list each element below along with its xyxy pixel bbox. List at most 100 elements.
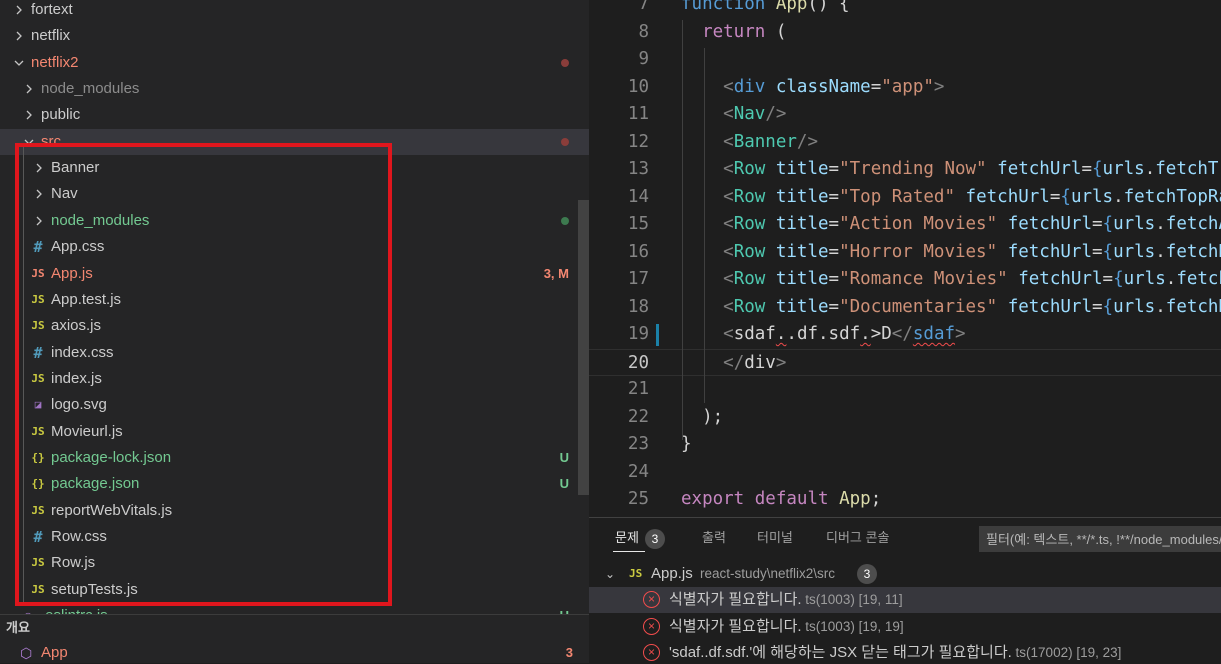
line-number: 14 bbox=[627, 186, 649, 207]
chevron-down-icon bbox=[22, 129, 36, 155]
tree-item-label: index.css bbox=[51, 343, 114, 361]
indent-guide bbox=[704, 48, 705, 403]
tab-problems[interactable]: 문제 3 bbox=[615, 527, 665, 549]
outline-title: 개요 bbox=[6, 620, 30, 635]
code-line[interactable]: 15 <Row title="Action Movies" fetchUrl={… bbox=[589, 211, 1221, 238]
tree-item-label: App.css bbox=[51, 238, 105, 256]
folder-banner[interactable]: Banner bbox=[0, 155, 589, 181]
outline-item-app[interactable]: ⬡ App 3 bbox=[0, 641, 589, 663]
tab-label: 출력 bbox=[702, 530, 726, 545]
tab-output[interactable]: 출력 bbox=[702, 527, 726, 549]
problem-row[interactable]: × 'sdaf..df.sdf.'에 해당하는 JSX 닫는 태그가 필요합니다.… bbox=[589, 640, 1221, 664]
chevron-right-icon bbox=[12, 0, 26, 23]
explorer-scrollbar[interactable] bbox=[578, 200, 589, 495]
error-icon: × bbox=[643, 617, 660, 635]
code-line[interactable]: 23} bbox=[589, 431, 1221, 458]
line-number: 12 bbox=[627, 131, 649, 152]
code-editor[interactable]: 7 function App() {8 return (9 10 <div clas… bbox=[589, 0, 1221, 517]
code-line[interactable]: 18 <Row title="Documentaries" fetchUrl={… bbox=[589, 294, 1221, 321]
file-index-css[interactable]: # index.css bbox=[0, 340, 589, 366]
code-line[interactable]: 17 <Row title="Romance Movies" fetchUrl=… bbox=[589, 266, 1221, 293]
line-code: <Row title="Romance Movies" fetchUrl={ur… bbox=[723, 269, 1221, 289]
line-number: 7 bbox=[638, 0, 649, 14]
line-code: <div className="app"> bbox=[723, 76, 945, 97]
file-index-js[interactable]: JS index.js bbox=[0, 366, 589, 392]
code-line[interactable]: 22 ); bbox=[589, 404, 1221, 431]
code-line[interactable]: 25 export default App; bbox=[589, 486, 1221, 513]
problem-group-count: 3 bbox=[851, 561, 877, 587]
file-setuptests-js[interactable]: JS setupTests.js bbox=[0, 577, 589, 603]
problem-message: 'sdaf..df.sdf.'에 해당하는 JSX 닫는 태그가 필요합니다. … bbox=[669, 644, 1122, 661]
file-logo-svg[interactable]: ◪ logo.svg bbox=[0, 392, 589, 418]
tree-item-label: package-lock.json bbox=[51, 448, 172, 466]
file-app-js[interactable]: JS App.js 3, M bbox=[0, 261, 589, 287]
file-axios-js[interactable]: JS axios.js bbox=[0, 313, 589, 339]
code-line[interactable]: 19 <sdaf..df.sdf.>D</sdaf> bbox=[589, 321, 1221, 348]
folder-netflix[interactable]: netflix bbox=[0, 23, 589, 49]
indent-guide bbox=[23, 143, 24, 604]
file-reportwebvitals-js[interactable]: JS reportWebVitals.js bbox=[0, 498, 589, 524]
code-line[interactable]: 12 <Banner/> bbox=[589, 129, 1221, 156]
css-file-icon: # bbox=[33, 528, 43, 546]
problem-row[interactable]: × 식별자가 필요합니다. ts(1003) [19, 19] bbox=[589, 614, 1221, 640]
folder-node-modules[interactable]: node_modules bbox=[0, 208, 589, 234]
file-app-test-js[interactable]: JS App.test.js bbox=[0, 287, 589, 313]
line-code: export default App; bbox=[681, 489, 882, 509]
code-line[interactable]: 24 bbox=[589, 459, 1221, 486]
code-line[interactable]: 14 <Row title="Top Rated" fetchUrl={urls… bbox=[589, 184, 1221, 211]
file-package-json[interactable]: {} package.json U bbox=[0, 471, 589, 497]
problem-message: 식별자가 필요합니다. ts(1003) [19, 11] bbox=[669, 591, 903, 608]
line-number: 8 bbox=[638, 21, 649, 42]
line-code: function App() { bbox=[681, 0, 850, 14]
code-line[interactable]: 16 <Row title="Horror Movies" fetchUrl={… bbox=[589, 239, 1221, 266]
js-file-icon: JS bbox=[629, 567, 643, 580]
tree-item-label: Row.js bbox=[51, 554, 96, 572]
folder-node-modules[interactable]: node_modules bbox=[0, 76, 589, 102]
js-file-icon: JS bbox=[31, 371, 45, 385]
chevron-down-icon bbox=[12, 50, 26, 76]
line-number: 10 bbox=[627, 76, 649, 97]
problem-group-file: App.js bbox=[651, 565, 693, 582]
code-line[interactable]: 7 function App() { bbox=[589, 0, 1221, 18]
outline-header[interactable]: 개요 bbox=[0, 614, 589, 640]
code-line[interactable]: 9 bbox=[589, 46, 1221, 73]
folder-fortext[interactable]: fortext bbox=[0, 0, 589, 23]
js-file-icon: JS bbox=[31, 292, 45, 306]
chevron-down-icon: ⌄ bbox=[605, 567, 616, 581]
code-line[interactable]: 10 <div className="app"> bbox=[589, 74, 1221, 101]
tab-terminal[interactable]: 터미널 bbox=[757, 527, 793, 549]
problem-row[interactable]: × 식별자가 필요합니다. ts(1003) [19, 11] bbox=[589, 587, 1221, 613]
line-number: 21 bbox=[627, 379, 649, 399]
file-movieurl-js[interactable]: JS Movieurl.js bbox=[0, 419, 589, 445]
git-status-badge: U bbox=[559, 476, 569, 492]
line-number: 20 bbox=[627, 352, 649, 373]
code-line[interactable]: 20 </div> bbox=[589, 348, 1221, 376]
line-code: return ( bbox=[702, 21, 787, 42]
tab-debug-console[interactable]: 디버그 콘솔 bbox=[826, 527, 889, 549]
problem-group-app-js[interactable]: ⌄ JS App.js react-study\netflix2\src 3 bbox=[589, 561, 1221, 587]
js-file-icon: JS bbox=[31, 582, 45, 596]
code-line[interactable]: 8 return ( bbox=[589, 19, 1221, 46]
chevron-right-icon bbox=[22, 102, 36, 128]
line-number: 15 bbox=[627, 214, 649, 234]
tree-item-label: node_modules bbox=[51, 211, 150, 229]
tree-item-label: src bbox=[41, 132, 61, 150]
file-app-css[interactable]: # App.css bbox=[0, 234, 589, 260]
tree-item-label: public bbox=[41, 106, 81, 124]
tree-item-label: reportWebVitals.js bbox=[51, 501, 173, 519]
folder-nav[interactable]: Nav bbox=[0, 181, 589, 207]
folder-src[interactable]: src bbox=[0, 128, 589, 155]
css-file-icon: # bbox=[33, 343, 43, 362]
code-line[interactable]: 11 <Nav/> bbox=[589, 101, 1221, 128]
code-line[interactable]: 13 <Row title="Trending Now" fetchUrl={u… bbox=[589, 156, 1221, 183]
tree-item-label: fortext bbox=[31, 1, 73, 18]
folder-public[interactable]: public bbox=[0, 102, 589, 128]
code-line[interactable]: 21 bbox=[589, 376, 1221, 403]
folder-netflix2[interactable]: netflix2 bbox=[0, 50, 589, 76]
outline-item-label: App bbox=[41, 644, 68, 661]
git-status-badge: U bbox=[559, 449, 569, 465]
file-row-css[interactable]: # Row.css bbox=[0, 524, 589, 550]
file-package-lock-json[interactable]: {} package-lock.json U bbox=[0, 445, 589, 471]
problems-filter-input[interactable]: 필터(예: 텍스트, **/*.ts, !**/node_modules/**) bbox=[979, 526, 1221, 552]
file-row-js[interactable]: JS Row.js bbox=[0, 550, 589, 576]
